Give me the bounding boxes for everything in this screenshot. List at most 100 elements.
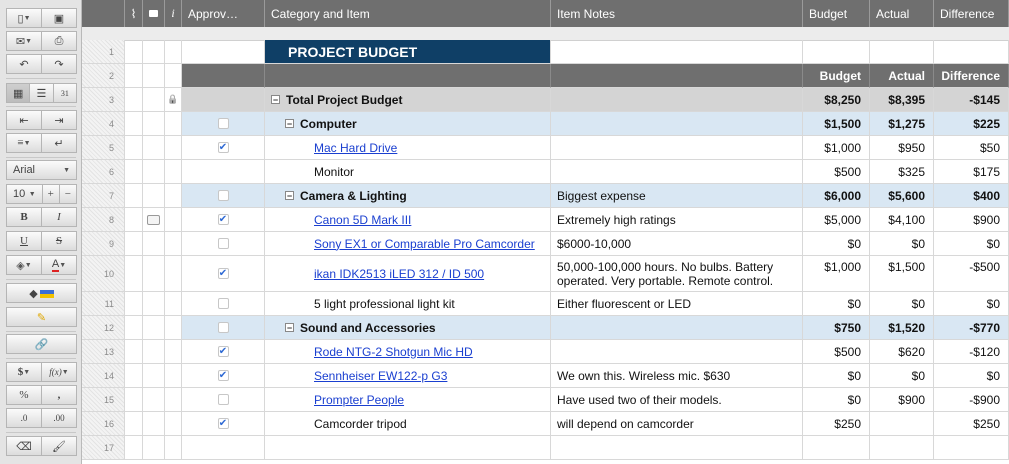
info-cell[interactable]: 🔒 <box>165 88 182 112</box>
item-name-cell[interactable]: 5 light professional light kit <box>265 292 551 316</box>
difference-cell[interactable]: $400 <box>934 184 1009 208</box>
approved-cell[interactable] <box>182 160 265 184</box>
row-number[interactable]: 15 <box>82 388 125 412</box>
info-cell[interactable] <box>165 160 182 184</box>
budget-cell[interactable]: $500 <box>803 160 870 184</box>
item-name-cell[interactable]: Prompter People <box>265 388 551 412</box>
notes-cell[interactable]: $6000-10,000 <box>551 232 803 256</box>
attachment-cell[interactable] <box>125 64 143 88</box>
approved-checkbox[interactable] <box>217 394 229 405</box>
actual-cell[interactable]: $1,520 <box>870 316 934 340</box>
actual-cell[interactable]: $1,275 <box>870 112 934 136</box>
attachment-cell[interactable] <box>125 208 143 232</box>
actual-cell[interactable]: $900 <box>870 388 934 412</box>
corner-header[interactable] <box>82 0 125 27</box>
clear-format-button[interactable]: ⌫ <box>6 436 42 456</box>
difference-cell[interactable]: $900 <box>934 208 1009 232</box>
notes-cell[interactable]: We own this. Wireless mic. $630 <box>551 364 803 388</box>
difference-cell[interactable]: $0 <box>934 364 1009 388</box>
attachment-cell[interactable] <box>125 340 143 364</box>
difference-cell[interactable]: -$145 <box>934 88 1009 112</box>
budget-cell[interactable]: $8,250 <box>803 88 870 112</box>
attachment-cell[interactable] <box>125 436 143 460</box>
comment-cell[interactable] <box>143 88 165 112</box>
approved-cell[interactable] <box>182 316 265 340</box>
budget-cell[interactable]: $0 <box>803 364 870 388</box>
approved-cell[interactable] <box>182 112 265 136</box>
italic-button[interactable]: I <box>41 207 77 227</box>
approved-checkbox-checked[interactable]: ✔ <box>217 346 229 357</box>
increase-font-button[interactable]: + <box>41 184 60 204</box>
difference-cell[interactable]: $50 <box>934 136 1009 160</box>
empty-cell[interactable] <box>551 436 803 460</box>
actual-cell[interactable]: $0 <box>870 292 934 316</box>
comment-cell[interactable] <box>143 316 165 340</box>
column-header-budget[interactable]: Budget <box>803 0 870 27</box>
column-header-actual[interactable]: Actual <box>870 0 934 27</box>
comment-cell[interactable] <box>143 388 165 412</box>
comment-cell[interactable] <box>143 364 165 388</box>
comment-cell[interactable] <box>143 436 165 460</box>
collapse-icon[interactable]: − <box>271 95 280 105</box>
info-cell[interactable] <box>165 292 182 316</box>
difference-cell[interactable]: -$770 <box>934 316 1009 340</box>
empty-cell[interactable] <box>934 436 1009 460</box>
item-name-cell[interactable]: Canon 5D Mark III <box>265 208 551 232</box>
attachment-cell[interactable] <box>125 292 143 316</box>
notes-cell[interactable]: Extremely high ratings <box>551 208 803 232</box>
actual-cell[interactable]: $8,395 <box>870 88 934 112</box>
actual-cell[interactable]: $1,500 <box>870 256 934 292</box>
approved-cell[interactable] <box>182 388 265 412</box>
item-name-cell[interactable]: ikan IDK2513 iLED 312 / ID 500 <box>265 256 551 292</box>
actual-cell[interactable]: $0 <box>870 232 934 256</box>
approved-checkbox[interactable] <box>217 190 229 201</box>
difference-cell[interactable]: -$900 <box>934 388 1009 412</box>
budget-cell[interactable]: $0 <box>803 292 870 316</box>
attachment-cell[interactable] <box>125 136 143 160</box>
conditional-format-button[interactable]: ◆ <box>6 283 77 303</box>
row-number[interactable]: 4 <box>82 112 125 136</box>
info-cell[interactable] <box>165 412 182 436</box>
approved-cell[interactable] <box>182 232 265 256</box>
row-number[interactable]: 1 <box>82 40 125 64</box>
info-cell[interactable] <box>165 40 182 64</box>
approved-cell[interactable] <box>182 184 265 208</box>
info-cell[interactable] <box>165 208 182 232</box>
row-number[interactable]: 14 <box>82 364 125 388</box>
wrap-text-button[interactable]: ↵ <box>41 133 77 153</box>
actual-cell[interactable]: $620 <box>870 340 934 364</box>
budget-cell[interactable]: $1,500 <box>803 112 870 136</box>
approved-checkbox-checked[interactable]: ✔ <box>217 268 229 279</box>
hyperlink-button[interactable]: 🔗 <box>6 334 77 354</box>
notes-cell[interactable] <box>551 136 803 160</box>
notes-cell[interactable] <box>551 160 803 184</box>
empty-cell[interactable] <box>870 436 934 460</box>
comment-cell[interactable] <box>143 340 165 364</box>
text-color-button[interactable]: A ▼ <box>41 255 77 275</box>
budget-cell[interactable]: $0 <box>803 232 870 256</box>
budget-cell[interactable]: $0 <box>803 388 870 412</box>
attachment-cell[interactable] <box>125 256 143 292</box>
row-number[interactable]: 12 <box>82 316 125 340</box>
approved-cell[interactable]: ✔ <box>182 256 265 292</box>
notes-cell[interactable]: Either fluorescent or LED <box>551 292 803 316</box>
approved-checkbox[interactable] <box>217 322 229 333</box>
item-name-cell[interactable]: Rode NTG-2 Shotgun Mic HD <box>265 340 551 364</box>
empty-cell[interactable] <box>803 40 870 64</box>
difference-cell[interactable]: $0 <box>934 292 1009 316</box>
comment-cell[interactable] <box>143 292 165 316</box>
approved-cell[interactable]: ✔ <box>182 412 265 436</box>
row-number[interactable]: 11 <box>82 292 125 316</box>
info-cell[interactable] <box>165 184 182 208</box>
category-name-cell[interactable]: − Camera & Lighting <box>265 184 551 208</box>
print-button[interactable]: ⎙ <box>41 31 77 51</box>
notes-cell[interactable]: Biggest expense <box>551 184 803 208</box>
row-number[interactable]: 8 <box>82 208 125 232</box>
comment-cell[interactable] <box>143 232 165 256</box>
comment-cell[interactable] <box>143 160 165 184</box>
attachment-cell[interactable] <box>125 316 143 340</box>
info-cell[interactable] <box>165 256 182 292</box>
currency-format-button[interactable]: $ ▼ <box>6 362 42 382</box>
item-name-cell[interactable]: Monitor <box>265 160 551 184</box>
attachments-column-header[interactable]: ⌇ <box>125 0 143 27</box>
